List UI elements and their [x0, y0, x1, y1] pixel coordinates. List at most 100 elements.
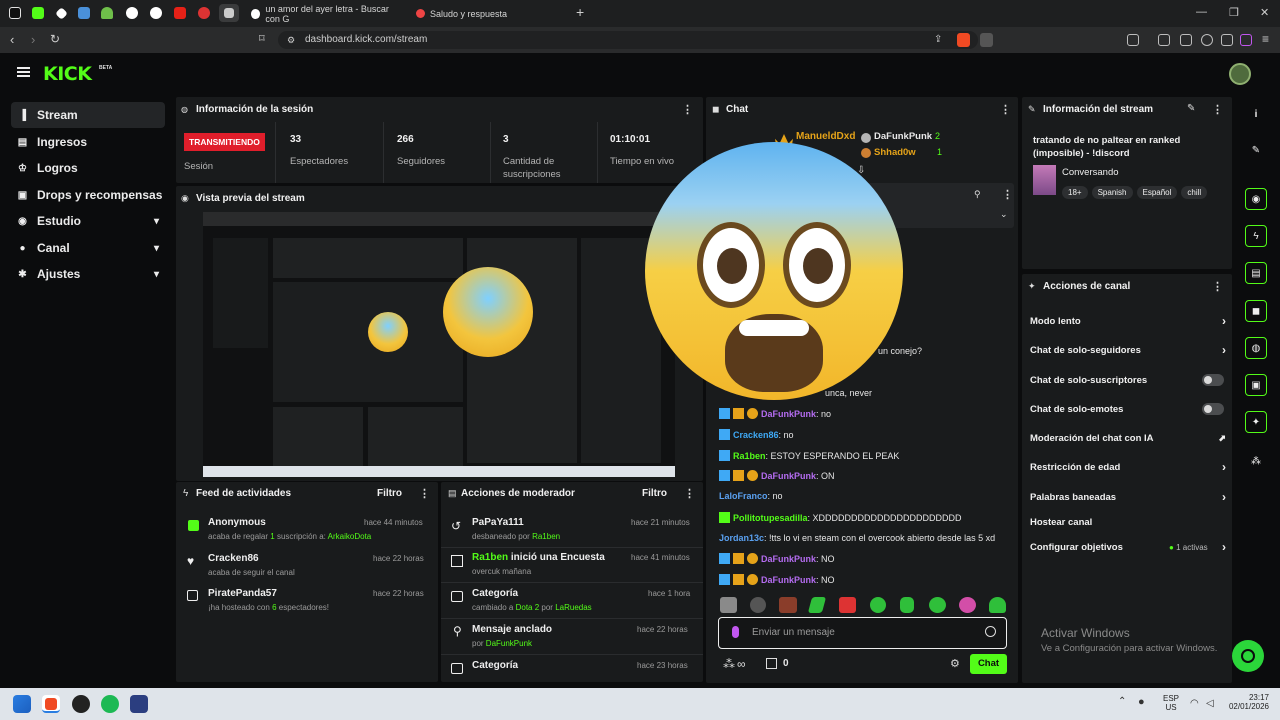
emote-icon[interactable]: [959, 597, 976, 613]
brave-shield-icon[interactable]: [957, 33, 970, 47]
menu-icon[interactable]: ≡: [1262, 32, 1269, 46]
emote-icon[interactable]: [839, 597, 856, 613]
brave-rewards-icon[interactable]: [980, 33, 993, 47]
pinned-tab-kick[interactable]: [28, 4, 48, 22]
tag[interactable]: Español: [1136, 186, 1178, 199]
edit-icon[interactable]: ✎: [1187, 103, 1195, 114]
activity-target[interactable]: ArkaikoDota: [328, 532, 372, 541]
clock[interactable]: 23:17 02/01/2026: [1226, 693, 1269, 711]
subscribers-only-toggle[interactable]: [1202, 374, 1224, 386]
obs-icon[interactable]: [72, 695, 90, 713]
wifi-icon[interactable]: ◠: [1190, 698, 1199, 709]
more-options-icon[interactable]: ⋮: [1212, 280, 1223, 293]
more-options-icon[interactable]: ⋮: [684, 487, 695, 500]
start-icon[interactable]: [13, 695, 31, 713]
emote-icon[interactable]: [929, 597, 946, 613]
tab-chat[interactable]: Saludo y respuesta: [410, 3, 570, 24]
chat-username[interactable]: DaFunkPunk: [761, 471, 816, 481]
emote-icon[interactable]: [720, 597, 737, 613]
more-options-icon[interactable]: ⋮: [419, 487, 430, 500]
close-window-button[interactable]: ✕: [1260, 6, 1269, 19]
chat-username[interactable]: Ra1ben: [733, 451, 766, 461]
sidebar-item-canal[interactable]: ● Canal ▾: [11, 235, 165, 261]
sidebar-item-ajustes[interactable]: ✱ Ajustes ▾: [11, 261, 165, 287]
session-icon[interactable]: ◉: [1245, 188, 1267, 210]
emote-icon[interactable]: [750, 597, 766, 613]
hamburger-menu-icon[interactable]: [17, 67, 30, 77]
volume-icon[interactable]: ◁: [1206, 698, 1214, 709]
language-indicator[interactable]: ESP US: [1163, 694, 1179, 712]
wrench-icon[interactable]: ✦: [1245, 411, 1267, 433]
brave-browser-icon[interactable]: [42, 695, 60, 713]
bookmark-icon[interactable]: ⌑: [259, 32, 265, 45]
send-chat-button[interactable]: Chat: [970, 654, 1007, 674]
sidebar-item-ingresos[interactable]: ▤ Ingresos: [11, 129, 165, 155]
mod-action-category[interactable]: Dota 2: [516, 603, 540, 612]
action-subscribers-only[interactable]: Chat de solo-suscriptores: [1030, 374, 1226, 386]
reload-icon[interactable]: ↻: [50, 32, 60, 46]
mod-action-user[interactable]: LaRuedas: [555, 603, 591, 612]
app-icon[interactable]: [130, 695, 148, 713]
action-emotes-only[interactable]: Chat de solo-emotes: [1030, 403, 1226, 415]
screenshot-icon[interactable]: [1127, 34, 1139, 46]
mod-action-user[interactable]: Ra1ben: [472, 552, 508, 563]
chat-input[interactable]: Enviar un mensaje: [718, 617, 1007, 649]
edit-icon[interactable]: ✎: [1245, 139, 1267, 161]
more-options-icon[interactable]: ⋮: [1212, 103, 1223, 116]
support-chat-icon[interactable]: [1232, 640, 1264, 672]
pinned-tab-google[interactable]: [122, 4, 142, 22]
more-options-icon[interactable]: ⋮: [1000, 103, 1011, 116]
chat-username[interactable]: Jordan13c: [719, 533, 764, 543]
more-options-icon[interactable]: ⋮: [1002, 188, 1013, 201]
chevron-down-icon[interactable]: ⌄: [1000, 209, 1008, 220]
category-name[interactable]: Conversando: [1062, 167, 1119, 178]
pinned-tab-app[interactable]: [51, 4, 71, 22]
chevron-up-icon[interactable]: ⌃: [1118, 696, 1126, 707]
chat-username[interactable]: DaFunkPunk: [761, 409, 816, 419]
vpn-icon[interactable]: [1221, 34, 1233, 46]
tag[interactable]: chill: [1181, 186, 1208, 199]
action-ai-moderation[interactable]: Moderación del chat con IA ⬈: [1030, 433, 1226, 444]
spotify-icon[interactable]: [101, 695, 119, 713]
pinned-tab-grid[interactable]: [74, 4, 94, 22]
wallet-icon[interactable]: [1180, 34, 1192, 46]
top-gifter-name[interactable]: DaFunkPunk: [874, 131, 932, 142]
minimize-button[interactable]: —: [1196, 6, 1207, 18]
pinned-tab-record[interactable]: [194, 4, 214, 22]
top-gifter-name[interactable]: ManueldDxd: [796, 131, 855, 142]
action-slow-mode[interactable]: Modo lento ›: [1030, 314, 1226, 328]
restore-button[interactable]: ❐: [1229, 6, 1239, 19]
emote-icon[interactable]: [989, 597, 1006, 613]
action-followers-only[interactable]: Chat de solo-seguidores ›: [1030, 343, 1226, 357]
chat-username[interactable]: Pollitotupesadilla: [733, 513, 808, 523]
tab-search[interactable]: un amor del ayer letra - Buscar con G: [245, 3, 405, 24]
chat-username[interactable]: DaFunkPunk: [761, 554, 816, 564]
emoji-icon[interactable]: [985, 626, 996, 637]
pinned-tab-google-2[interactable]: [146, 4, 166, 22]
pinned-tab-tiktok[interactable]: [5, 4, 25, 22]
users-icon[interactable]: ⁂: [723, 657, 735, 671]
leo-ai-icon[interactable]: [1201, 34, 1213, 46]
chat-username[interactable]: LaloFranco: [719, 491, 768, 501]
action-banned-words[interactable]: Palabras baneadas ›: [1030, 490, 1226, 504]
emote-icon[interactable]: [779, 597, 797, 613]
broadcast-icon[interactable]: ◍: [1245, 337, 1267, 359]
back-icon[interactable]: ‹: [10, 32, 14, 47]
microphone-icon[interactable]: ●: [1138, 696, 1145, 708]
info-icon[interactable]: i: [1245, 103, 1267, 125]
more-options-icon[interactable]: ⋮: [682, 103, 693, 116]
emotes-only-toggle[interactable]: [1202, 403, 1224, 415]
address-bar[interactable]: ⚙ dashboard.kick.com/stream ⇪: [278, 31, 978, 49]
action-goals[interactable]: Configurar objetivos ● 1 activas ›: [1030, 540, 1226, 554]
chat-settings-icon[interactable]: ⚙: [950, 657, 960, 670]
sidebar-item-logros[interactable]: ♔ Logros: [11, 155, 165, 181]
chat-bubble-icon[interactable]: ◼: [1245, 300, 1267, 322]
sidebar-item-drops[interactable]: ▣ Drops y recompensas: [11, 182, 165, 208]
mod-action-user[interactable]: DaFunkPunk: [486, 639, 532, 648]
avatar[interactable]: [1229, 63, 1251, 85]
pinned-tab-youtube[interactable]: [170, 4, 190, 22]
forward-icon[interactable]: ›: [31, 32, 35, 47]
host-icon[interactable]: ▣: [1245, 374, 1267, 396]
microphone-icon[interactable]: [732, 626, 739, 638]
stream-preview-video[interactable]: [203, 212, 675, 477]
